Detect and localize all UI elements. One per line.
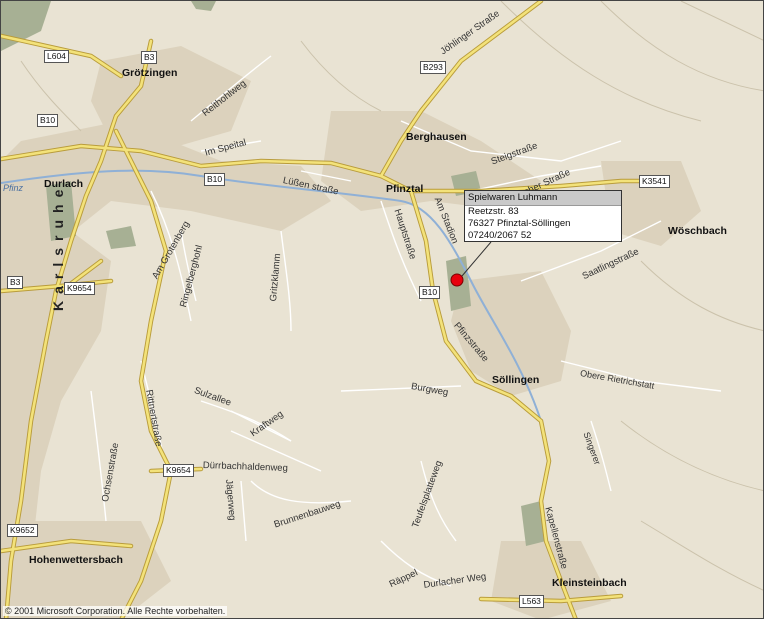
map-canvas[interactable]: Grötzingen Durlach Berghausen Pfinztal W…: [0, 0, 764, 619]
street-jaegerweg: Jägerweg: [223, 478, 238, 521]
town-pfinztal: Pfinztal: [386, 183, 424, 195]
river-pfinz-label: Pfinz: [3, 183, 24, 193]
shield-b10-south: B10: [419, 286, 441, 299]
map-layer: [1, 1, 763, 618]
town-hohenwettersbach: Hohenwettersbach: [29, 554, 123, 566]
shield-k9654-south: K9654: [163, 464, 194, 477]
copyright-notice: © 2001 Microsoft Corporation. Alle Recht…: [3, 606, 228, 616]
town-berghausen: Berghausen: [406, 131, 467, 143]
shield-k3541: K3541: [639, 175, 670, 188]
popup-phone: 07240/2067 52: [468, 230, 532, 241]
town-woschbach: Wöschbach: [668, 225, 727, 237]
town-soellingen: Söllingen: [492, 374, 540, 386]
city-karlsruhe: Karlsruhe: [50, 182, 66, 311]
popup-pointer: [461, 241, 492, 277]
location-marker-icon[interactable]: [450, 273, 464, 287]
popup-title: Spielwaren Luhmann: [465, 191, 621, 206]
shield-l604: L604: [44, 50, 69, 63]
town-kleinsteinbach: Kleinsteinbach: [552, 577, 627, 589]
town-groetzingen: Grötzingen: [122, 67, 178, 79]
shield-k9654-west: K9654: [64, 282, 95, 295]
shield-b3-west: B3: [7, 276, 24, 289]
urban-areas: [1, 46, 701, 618]
shield-l563: L563: [519, 595, 544, 608]
info-popup[interactable]: Spielwaren Luhmann Reetzstr. 83 76327 Pf…: [464, 190, 622, 242]
shield-k9652: K9652: [7, 524, 38, 537]
shield-b3-north: B3: [141, 51, 158, 64]
shield-b10-center: B10: [204, 173, 226, 186]
popup-street: Reetzstr. 83: [468, 206, 519, 217]
shield-b293: B293: [420, 61, 446, 74]
popup-city: 76327 Pfinztal-Söllingen: [468, 218, 571, 229]
shield-b10-west: B10: [37, 114, 59, 127]
